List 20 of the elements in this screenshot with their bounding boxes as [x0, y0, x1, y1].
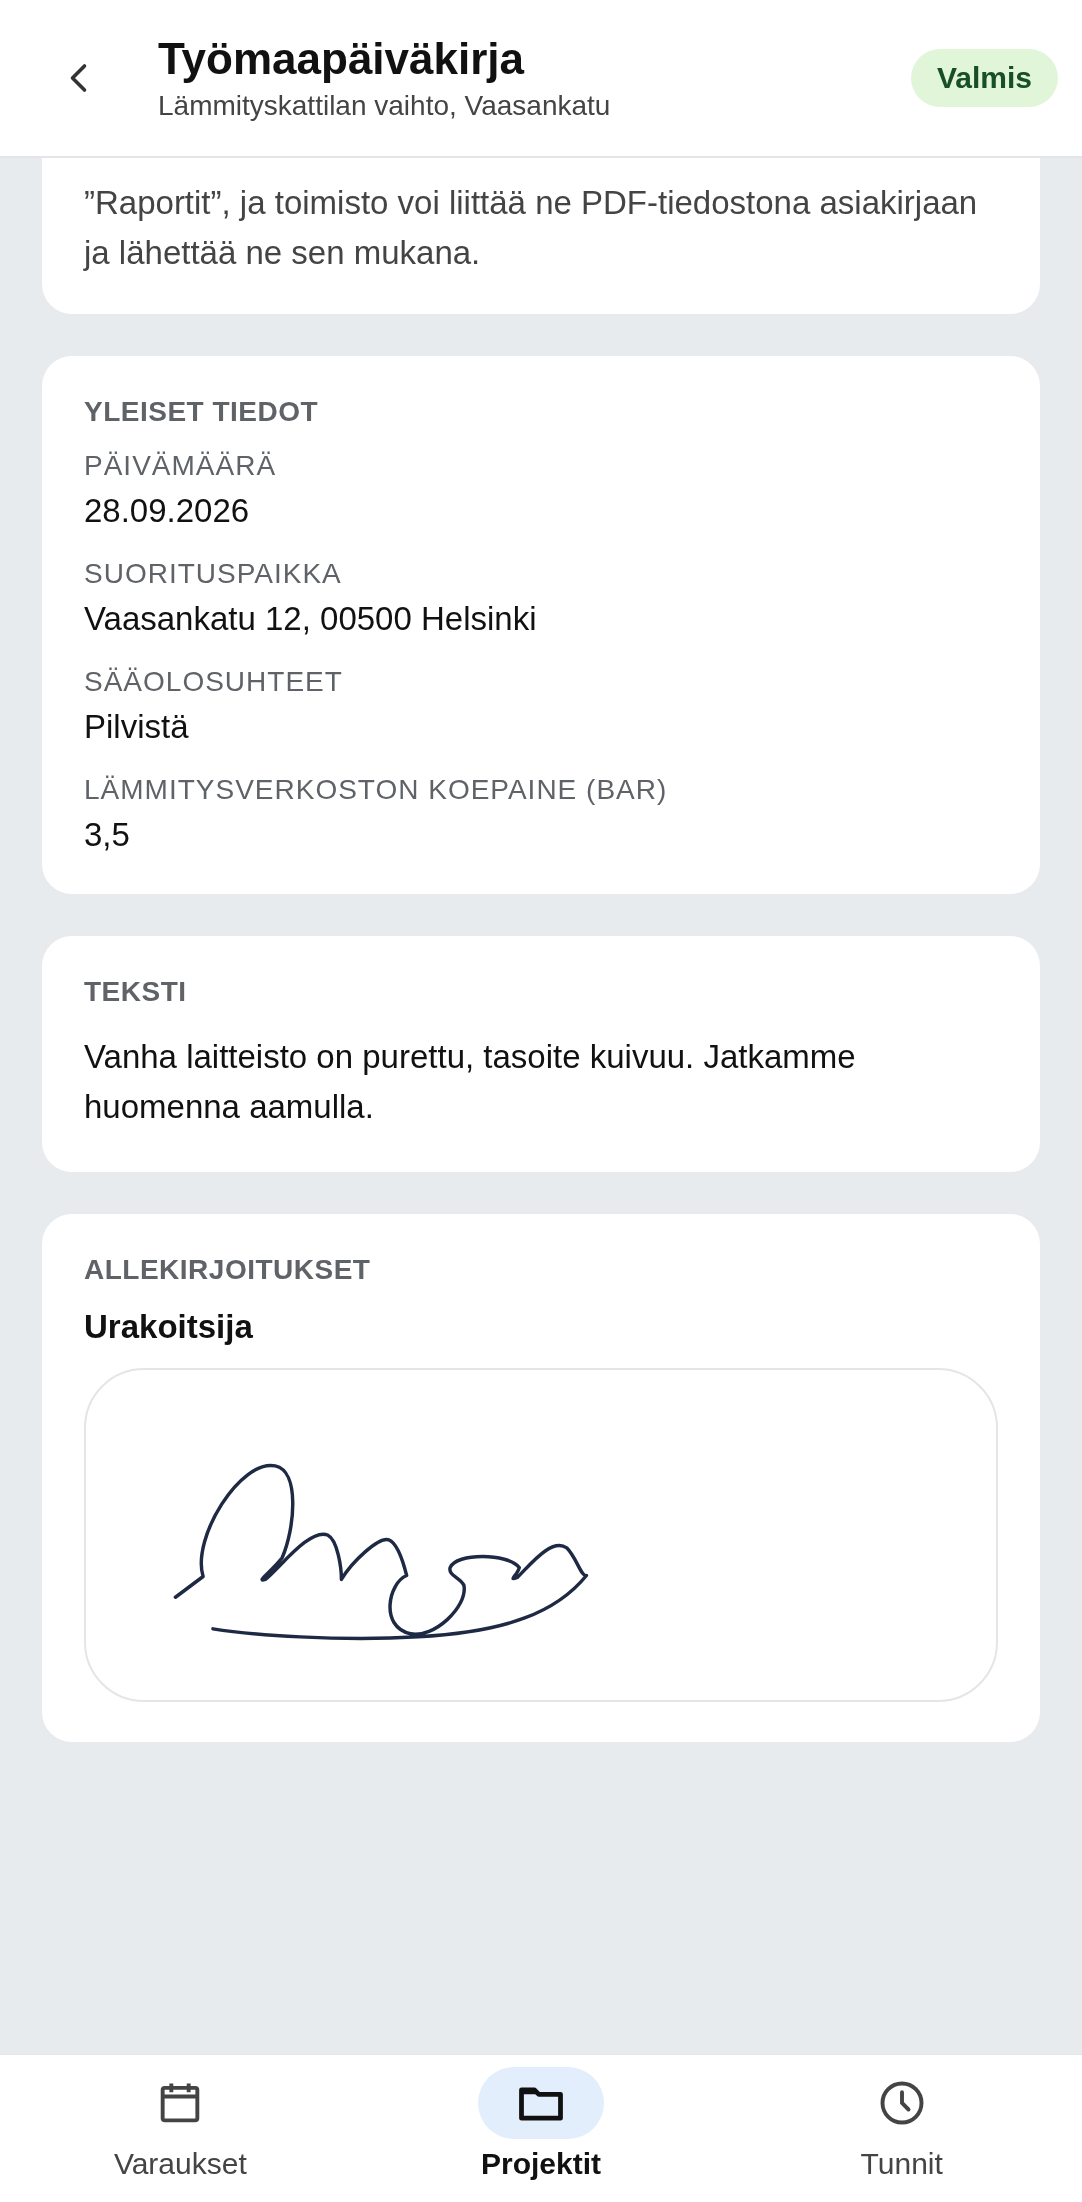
field-label: SÄÄOLOSUHTEET — [84, 666, 344, 698]
note-text: Vanha laitteisto on purettu, tasoite kuivuu. Jatkamme huomenna aamulla. — [84, 1037, 857, 1127]
field-value: Pilvistä — [84, 708, 190, 746]
section-heading: ALLEKIRJOITUKSET — [84, 1254, 372, 1286]
field-label: LÄMMITYSVERKOSTON KOEPAINE (BAR) — [84, 774, 669, 806]
field-value: 3,5 — [84, 816, 131, 854]
field-value: 28.09.2026 — [84, 492, 251, 530]
nav-tab[interactable]: Tunnit — [721, 2055, 1082, 2202]
field-label: SUORITUSPAIKKA — [84, 558, 343, 590]
section-heading: TEKSTI — [84, 976, 188, 1008]
nav-tab[interactable]: Projektit — [360, 2055, 722, 2202]
field-value: Vaasankatu 12, 00500 Helsinki — [84, 600, 538, 638]
section-heading: YLEISET TIEDOT — [84, 396, 320, 428]
page-subtitle: Lämmityskattilan vaihto, Vaasankatu — [158, 90, 612, 122]
nav-tab[interactable]: Varaukset — [0, 2055, 361, 2202]
signer-label: Urakoitsija — [84, 1308, 254, 1346]
intro-paragraph: ”Raportit”, ja toimisto voi liittää ne PDF-tiedostona asiakirjaan ja lähettää ne sen mukana. — [84, 183, 979, 273]
status-badge: Valmis — [910, 49, 1058, 107]
page-title: Työmaapäiväkirja — [158, 34, 526, 84]
field-label: PÄIVÄMÄÄRÄ — [84, 450, 278, 482]
